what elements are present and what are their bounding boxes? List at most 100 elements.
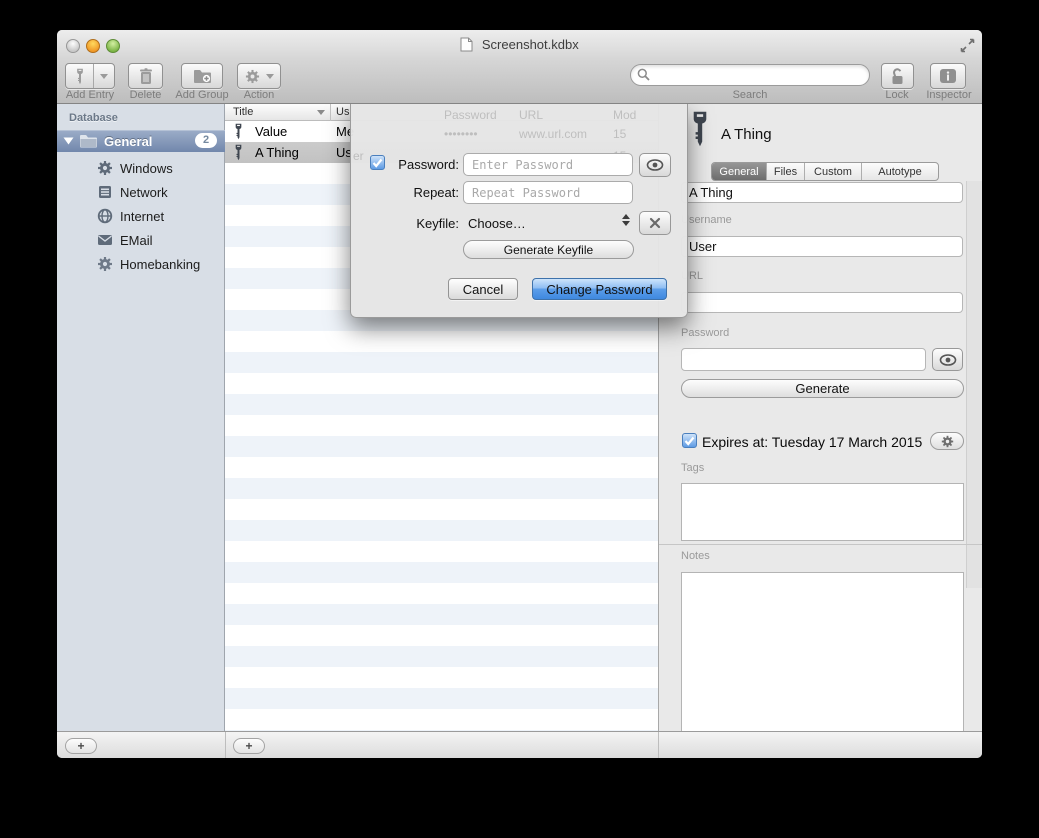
trash-icon <box>139 68 153 85</box>
delete-label: Delete <box>118 89 173 101</box>
document-icon <box>460 37 473 52</box>
gear-icon <box>97 160 113 176</box>
password-field[interactable] <box>681 348 926 371</box>
action-label: Action <box>237 89 281 101</box>
sidebar-item-email[interactable]: EMail <box>57 228 225 252</box>
column-divider[interactable] <box>330 104 331 121</box>
title-field[interactable] <box>681 182 963 203</box>
folder-plus-icon <box>193 69 212 84</box>
add-entry-plus-button[interactable]: + <box>233 738 265 754</box>
eye-icon <box>646 159 664 171</box>
change-password-sheet: Password URL Mod •••••••• www.url.com 15… <box>350 104 688 318</box>
inspector-button[interactable] <box>930 63 966 89</box>
sidebar-item-label: Network <box>120 185 168 200</box>
sidebar-item-network[interactable]: Network <box>57 180 225 204</box>
sidebar-item-windows[interactable]: Windows <box>57 156 225 180</box>
keyfile-popup[interactable]: Choose… <box>468 216 526 231</box>
expires-settings-button[interactable] <box>930 432 964 450</box>
column-header-username[interactable]: Us <box>336 106 349 118</box>
enter-password-input[interactable] <box>463 153 633 176</box>
sidebar-item-label: EMail <box>120 233 153 248</box>
fullscreen-icon[interactable] <box>960 38 975 53</box>
key-icon <box>689 110 711 148</box>
clear-keyfile-button[interactable] <box>639 211 671 235</box>
username-field[interactable] <box>681 236 963 257</box>
sidebar-item-label: Windows <box>120 161 173 176</box>
sidebar-item-internet[interactable]: Internet <box>57 204 225 228</box>
sidebar: Database General 2 Windows Network <box>57 104 225 731</box>
cancel-button[interactable]: Cancel <box>448 278 518 300</box>
key-icon <box>233 123 244 140</box>
sidebar-item-label: Internet <box>120 209 164 224</box>
password-label: Password: <box>369 157 459 172</box>
url-field[interactable] <box>681 292 963 313</box>
column-header-title[interactable]: Title <box>233 106 253 118</box>
sidebar-group-label: General <box>104 134 152 149</box>
ghost-username-tail: er <box>353 149 364 163</box>
divider <box>93 64 94 88</box>
chevron-down-icon <box>100 74 108 79</box>
disclosure-triangle-icon[interactable] <box>64 138 74 145</box>
username-label: Username <box>681 214 732 226</box>
key-icon <box>233 144 244 161</box>
reveal-password-button[interactable] <box>932 348 963 371</box>
add-entry-button[interactable] <box>65 63 115 89</box>
divider <box>225 732 226 758</box>
unlock-icon <box>890 68 905 85</box>
app-window: Database General 2 Windows Network <box>57 30 982 758</box>
add-group-label: Add Group <box>171 89 233 101</box>
search-input[interactable] <box>630 64 870 86</box>
ghost-url-value: www.url.com <box>519 127 587 141</box>
ghost-column-mod: Mod <box>613 108 636 122</box>
lock-label: Lock <box>871 89 923 101</box>
ghost-password-dots: •••••••• <box>444 127 478 141</box>
notes-label: Notes <box>681 550 710 562</box>
sort-indicator-icon <box>317 110 325 115</box>
expires-label: Expires at: Tuesday 17 March 2015 <box>702 434 922 450</box>
tab-files[interactable]: Files <box>767 163 805 180</box>
delete-button[interactable] <box>128 63 163 89</box>
sidebar-item-label: Homebanking <box>120 257 200 272</box>
ghost-column-password: Password <box>444 108 497 122</box>
tab-general[interactable]: General <box>712 163 767 180</box>
sidebar-item-homebanking[interactable]: Homebanking <box>57 252 225 276</box>
generate-keyfile-button[interactable]: Generate Keyfile <box>463 240 634 259</box>
entry-title: A Thing <box>255 145 299 160</box>
window-title: Screenshot.kdbx <box>57 37 982 52</box>
reveal-password-button[interactable] <box>639 153 671 177</box>
add-group-plus-button[interactable]: + <box>65 738 97 754</box>
generate-password-button[interactable]: Generate <box>681 379 964 398</box>
password-label: Password <box>681 327 729 339</box>
ghost-column-url: URL <box>519 108 543 122</box>
ghost-mod-value: 15 <box>613 127 626 141</box>
add-entry-label: Add Entry <box>65 89 115 101</box>
tab-autotype[interactable]: Autotype <box>862 163 938 180</box>
add-group-button[interactable] <box>181 63 223 89</box>
folder-icon <box>79 134 98 148</box>
checkmark-icon <box>684 436 695 446</box>
repeat-label: Repeat: <box>369 185 459 200</box>
eye-icon <box>939 354 957 366</box>
key-icon <box>75 68 85 85</box>
expires-checkbox[interactable] <box>682 433 697 448</box>
search-icon <box>637 68 650 81</box>
info-icon <box>939 68 957 84</box>
tags-field[interactable] <box>681 483 964 541</box>
server-icon <box>97 184 113 200</box>
divider <box>658 732 659 758</box>
notes-field[interactable] <box>681 572 964 752</box>
gear-icon <box>245 69 260 84</box>
lock-button[interactable] <box>881 63 914 89</box>
desktop: Database General 2 Windows Network <box>0 0 1039 838</box>
action-button[interactable] <box>237 63 281 89</box>
inspector-tabs: General Files Custom Autotype <box>711 162 939 181</box>
keyfile-label: Keyfile: <box>369 216 459 231</box>
entry-title: Value <box>255 124 287 139</box>
stepper-icon[interactable] <box>622 214 630 226</box>
tab-custom[interactable]: Custom <box>805 163 862 180</box>
repeat-password-input[interactable] <box>463 181 633 204</box>
change-password-button[interactable]: Change Password <box>532 278 667 300</box>
inspector-entry-title: A Thing <box>721 126 772 143</box>
close-x-icon <box>649 217 661 229</box>
sidebar-group-general[interactable]: General 2 <box>57 130 225 152</box>
